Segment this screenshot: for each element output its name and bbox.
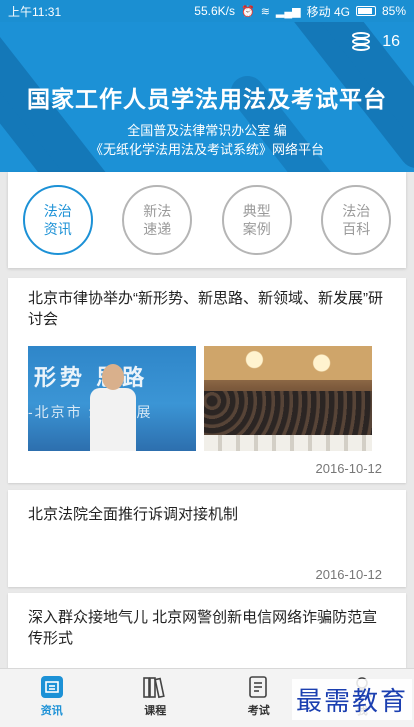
books-icon [142,675,168,699]
signal-icon: ▂▄▆ [275,5,301,18]
news-photo-speaker: 形势 思路 -北京市 企业发展 [28,346,196,451]
database-icon [352,32,371,52]
page-title: 国家工作人员学法用法及考试平台 [27,86,387,112]
category-new-laws[interactable]: 新法速递 [122,185,193,255]
news-card[interactable]: 北京法院全面推行诉调对接机制 2016-10-12 [8,490,406,587]
category-typical-cases[interactable]: 典型案例 [221,185,292,255]
news-card[interactable]: 北京市律协举办“新形势、新思路、新领域、新发展”研讨会 形势 思路 -北京市 企… [8,278,406,483]
watermark-text: 最需教育 [292,679,413,720]
wifi-icon: ≋ [260,5,270,18]
news-title: 北京法院全面推行诉调对接机制 [28,506,239,523]
status-time: 上午11:31 [8,4,62,19]
news-photo-conference [204,346,372,451]
category-legal-encyclopedia[interactable]: 法治百科 [321,185,392,255]
news-card[interactable]: 深入群众接地气儿 北京网警创新电信网络诈骗防范宣传形式 [8,593,406,673]
news-title: 深入群众接地气儿 北京网警创新电信网络诈骗防范宣传形式 [28,609,378,647]
news-date: 2016-10-12 [315,461,383,476]
exam-icon [246,675,272,699]
battery-level: 85% [381,4,406,18]
points-indicator[interactable]: 16 [352,32,400,52]
news-icon [39,675,65,699]
subtitle-line1: 全国普及法律常识办公室 编 [127,123,287,138]
alarm-icon: ⏰ [240,5,255,18]
points-count: 16 [382,33,400,50]
net-speed: 55.6K/s [194,4,235,18]
category-bar: 法治资讯 新法速递 典型案例 法治百科 [8,172,406,268]
news-date: 2016-10-12 [315,567,383,582]
header-banner: 16 国家工作人员学法用法及考试平台 全国普及法律常识办公室 编 《无纸化学法用… [0,22,414,172]
category-legal-news[interactable]: 法治资讯 [22,185,93,255]
network-label: 移动 4G [306,4,350,19]
nav-courses[interactable]: 课程 [104,669,208,727]
battery-icon [355,6,376,16]
nav-news[interactable]: 资讯 [0,669,104,727]
status-bar: 上午11:31 55.6K/s ⏰ ≋ ▂▄▆ 移动 4G 85% [0,0,414,22]
subtitle-line2: 《无纸化学法用法及考试系统》网络平台 [89,142,324,157]
news-title: 北京市律协举办“新形势、新思路、新领域、新发展”研讨会 [28,290,383,328]
